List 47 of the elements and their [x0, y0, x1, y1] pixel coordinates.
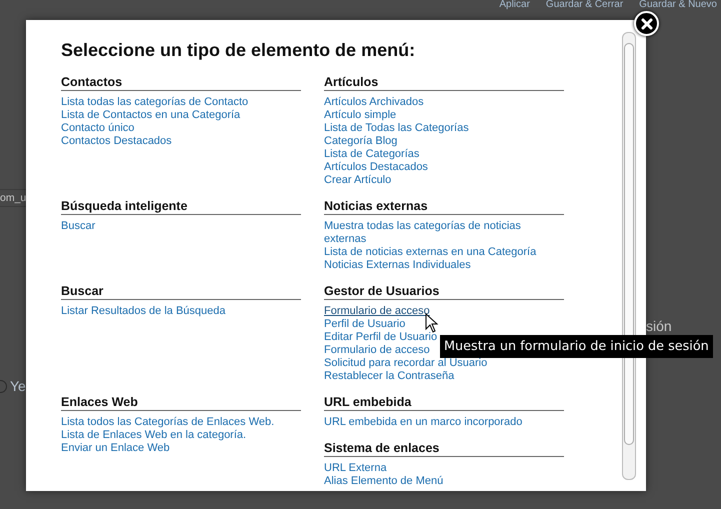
- toolbar-button[interactable]: Aplicar: [499, 0, 530, 10]
- tooltip: Muestra un formulario de inicio de sesión: [440, 335, 713, 358]
- section-heading: URL embebida: [324, 395, 564, 411]
- menu-type-link[interactable]: URL Externa: [324, 462, 387, 475]
- section-heading: Búsqueda inteligente: [61, 199, 301, 215]
- section-heading: Enlaces Web: [61, 395, 301, 411]
- toolbar-button[interactable]: Guardar & Cerrar: [546, 0, 624, 10]
- menu-type-link[interactable]: Editar Perfil de Usuario: [324, 331, 438, 344]
- menu-type-link[interactable]: Muestra todas las categorías de noticias externas: [324, 220, 564, 246]
- menu-type-link[interactable]: Lista todos las Categorías de Enlaces Web.: [61, 416, 274, 429]
- menu-type-link[interactable]: Listar Resultados de la Búsqueda: [61, 305, 226, 318]
- section-heading: Buscar: [61, 284, 301, 300]
- menu-type-link[interactable]: Enviar un Enlace Web: [61, 442, 170, 455]
- close-icon: [640, 16, 654, 30]
- menu-type-link[interactable]: Lista de Todas las Categorías: [324, 122, 469, 135]
- radio-label: Ye: [10, 378, 26, 394]
- menu-type-link[interactable]: Restablecer la Contraseña: [324, 370, 454, 383]
- dialog-title: Seleccione un tipo de elemento de menú:: [61, 40, 416, 61]
- menu-type-link[interactable]: Lista de Enlaces Web en la categoría.: [61, 429, 246, 442]
- section-heading: Noticias externas: [324, 199, 564, 215]
- menu-type-link[interactable]: Solicitud para recordar al Usuario: [324, 357, 488, 370]
- section-heading: Contactos: [61, 75, 301, 91]
- menu-type-link[interactable]: Artículos Archivados: [324, 96, 424, 109]
- menu-type-link[interactable]: Crear Artículo: [324, 174, 392, 187]
- menu-type-link[interactable]: Lista todas las categorías de Contacto: [61, 96, 248, 109]
- menu-type-link[interactable]: Lista de noticias externas en una Categoría: [324, 246, 536, 259]
- input-field[interactable]: om_u: [0, 189, 27, 207]
- menu-type-link[interactable]: Lista de Contactos en una Categoría: [61, 109, 240, 122]
- menu-type-link[interactable]: Contacto único: [61, 122, 134, 135]
- menu-type-link[interactable]: Alias Elemento de Menú: [324, 475, 444, 488]
- menu-type-link[interactable]: URL embebida en un marco incorporado: [324, 416, 522, 429]
- section-heading: Artículos: [324, 75, 564, 91]
- menu-type-link[interactable]: Formulario de acceso: [324, 344, 430, 357]
- menu-type-link[interactable]: Artículo simple: [324, 109, 396, 122]
- menu-type-link[interactable]: Noticias Externas Individuales: [324, 259, 471, 272]
- menu-type-link[interactable]: Lista de Categorías: [324, 148, 420, 161]
- section-heading: Sistema de enlaces: [324, 441, 564, 457]
- menu-type-link[interactable]: Categoría Blog: [324, 135, 398, 148]
- label-text: sión: [646, 318, 672, 334]
- menu-type-link[interactable]: Artículos Destacados: [324, 161, 428, 174]
- section-heading: Gestor de Usuarios: [324, 284, 564, 300]
- menu-type-link[interactable]: Formulario de acceso: [324, 305, 430, 318]
- toolbar-button[interactable]: Guardar & Nuevo: [639, 0, 717, 10]
- menu-type-link[interactable]: Perfil de Usuario: [324, 318, 406, 331]
- menu-type-link[interactable]: Buscar: [61, 220, 96, 233]
- menu-type-link[interactable]: Contactos Destacados: [61, 135, 172, 148]
- mouse-pointer-icon: [425, 313, 439, 333]
